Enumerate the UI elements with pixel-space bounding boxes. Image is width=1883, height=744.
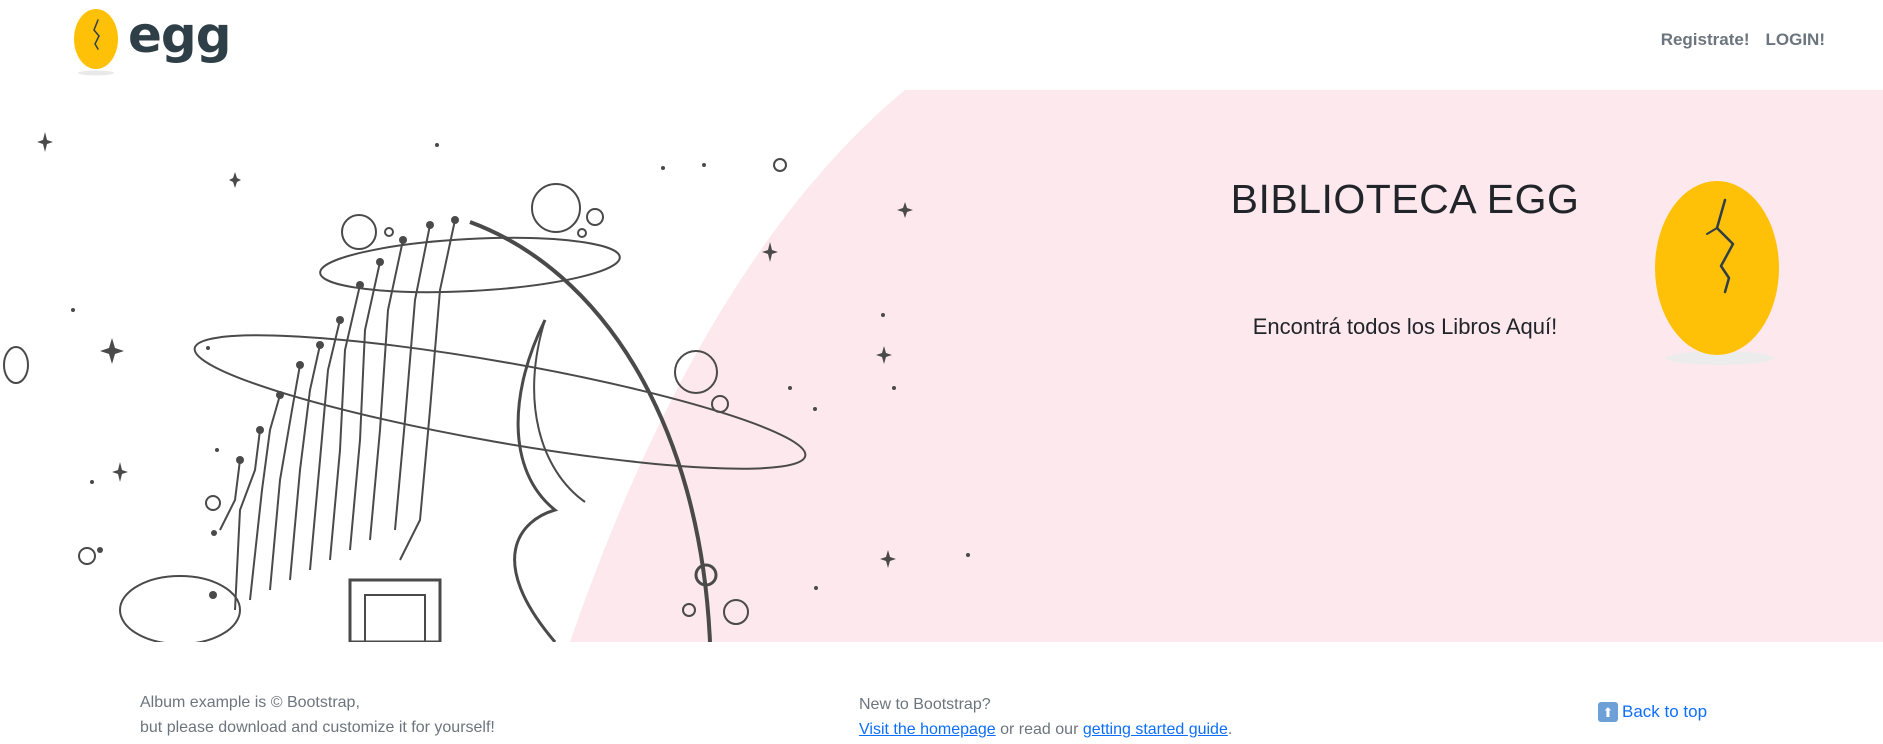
footer-or-text: or read our [995,721,1083,738]
footer-bootstrap-info: New to Bootstrap? Visit the homepage or … [859,692,1232,742]
site-footer: Album example is © Bootstrap, but please… [0,642,1883,744]
site-header: egg Registrate! LOGIN! [0,0,1883,90]
footer-period: . [1227,721,1233,738]
visit-homepage-link[interactable]: Visit the homepage [859,721,996,738]
logo-text: egg [128,6,231,64]
footer-credits: Album example is © Bootstrap, but please… [140,690,495,740]
footer-new-to-bootstrap: New to Bootstrap? [859,696,991,713]
footer-links-line: Visit the homepage or read our getting s… [859,717,1232,742]
egg-illustration-icon [1655,181,1779,365]
hero-banner: BIBLIOTECA EGG Encontrá todos los Libros… [0,90,1883,642]
back-to-top-link[interactable]: Back to top [1622,702,1707,722]
hero-illustration [3,90,1883,642]
footer-credits-line1: Album example is © Bootstrap, [140,694,360,711]
egg-logo-icon [74,9,118,76]
getting-started-link[interactable]: getting started guide [1083,721,1228,738]
footer-credits-line2: but please download and customize it for… [140,719,495,736]
top-nav: Registrate! LOGIN! [1661,30,1825,50]
login-link[interactable]: LOGIN! [1766,30,1826,50]
back-to-top[interactable]: ⬆ Back to top [1598,702,1707,722]
hero-subtitle: Encontrá todos los Libros Aquí! [1252,314,1558,339]
logo-link[interactable]: egg [72,6,231,76]
up-arrow-icon: ⬆ [1598,702,1618,722]
register-link[interactable]: Registrate! [1661,30,1750,50]
hero-title: BIBLIOTECA EGG [1230,176,1580,222]
